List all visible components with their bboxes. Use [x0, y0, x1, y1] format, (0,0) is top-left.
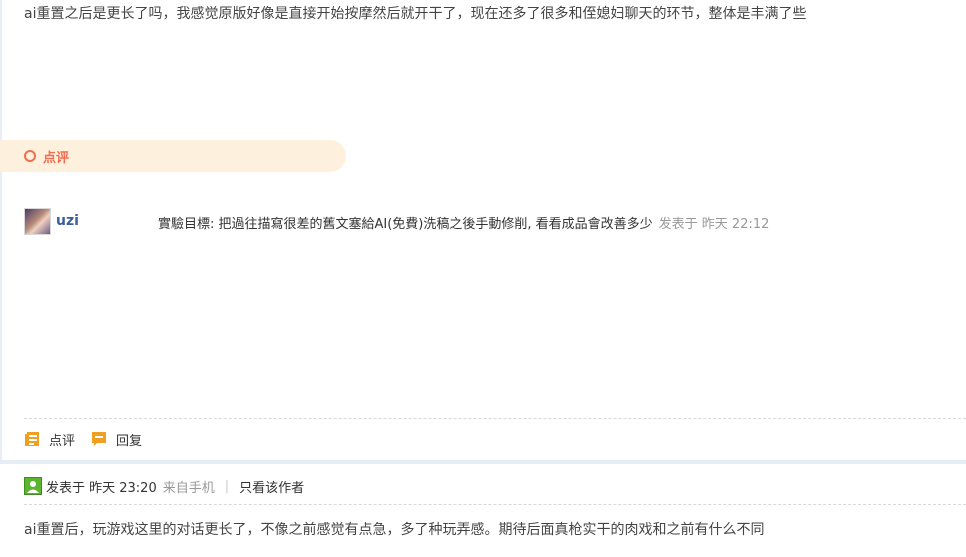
post-content: ai重置后，玩游戏这里的对话更长了，不像之前感觉有点急，多了种玩弄感。期待后面真… [24, 522, 765, 538]
comment-text: 實驗目標: 把過往描寫很差的舊文塞給AI(免費)洗稿之後手動修削, 看看成品會改… [158, 217, 653, 232]
rating-comment: uzi 實驗目標: 把過往描寫很差的舊文塞給AI(免費)洗稿之後手動修削, 看看… [24, 208, 954, 236]
rating-label: 点评 [43, 150, 70, 166]
rating-header: 点评 [0, 140, 346, 172]
divider [24, 418, 966, 419]
reply-button[interactable]: 回复 [91, 430, 142, 449]
separator: | [224, 478, 230, 494]
avatar[interactable] [24, 208, 51, 235]
only-author-link[interactable]: 只看该作者 [239, 477, 304, 496]
online-user-icon [24, 477, 42, 495]
rate-button[interactable]: 点评 [24, 430, 75, 449]
divider [24, 504, 966, 505]
comment-text-wrapper: 實驗目標: 把過往描寫很差的舊文塞給AI(免費)洗稿之後手動修削, 看看成品會改… [158, 213, 769, 232]
post-content: ai重置之后是更长了吗，我感觉原版好像是直接开始按摩然后就开干了，现在还多了很多… [24, 6, 807, 22]
forum-thread-page: ai重置之后是更长了吗，我感觉原版好像是直接开始按摩然后就开干了，现在还多了很多… [0, 0, 966, 557]
comment-username[interactable]: uzi [56, 213, 79, 229]
rate-button-label: 点评 [49, 433, 76, 449]
post-separator [0, 460, 966, 464]
post-meta: 发表于 昨天 23:20 来自手机 | 只看该作者 [24, 476, 304, 496]
rate-icon [25, 432, 39, 446]
post-actions: 点评 回复 [24, 428, 158, 450]
post-time: 发表于 昨天 23:20 [46, 480, 157, 496]
post-source: 来自手机 [162, 480, 215, 496]
left-border [0, 0, 2, 462]
reply-button-label: 回复 [116, 433, 143, 449]
ring-icon [24, 150, 36, 162]
comment-time: 发表于 昨天 22:12 [658, 217, 770, 232]
reply-icon [92, 432, 107, 446]
